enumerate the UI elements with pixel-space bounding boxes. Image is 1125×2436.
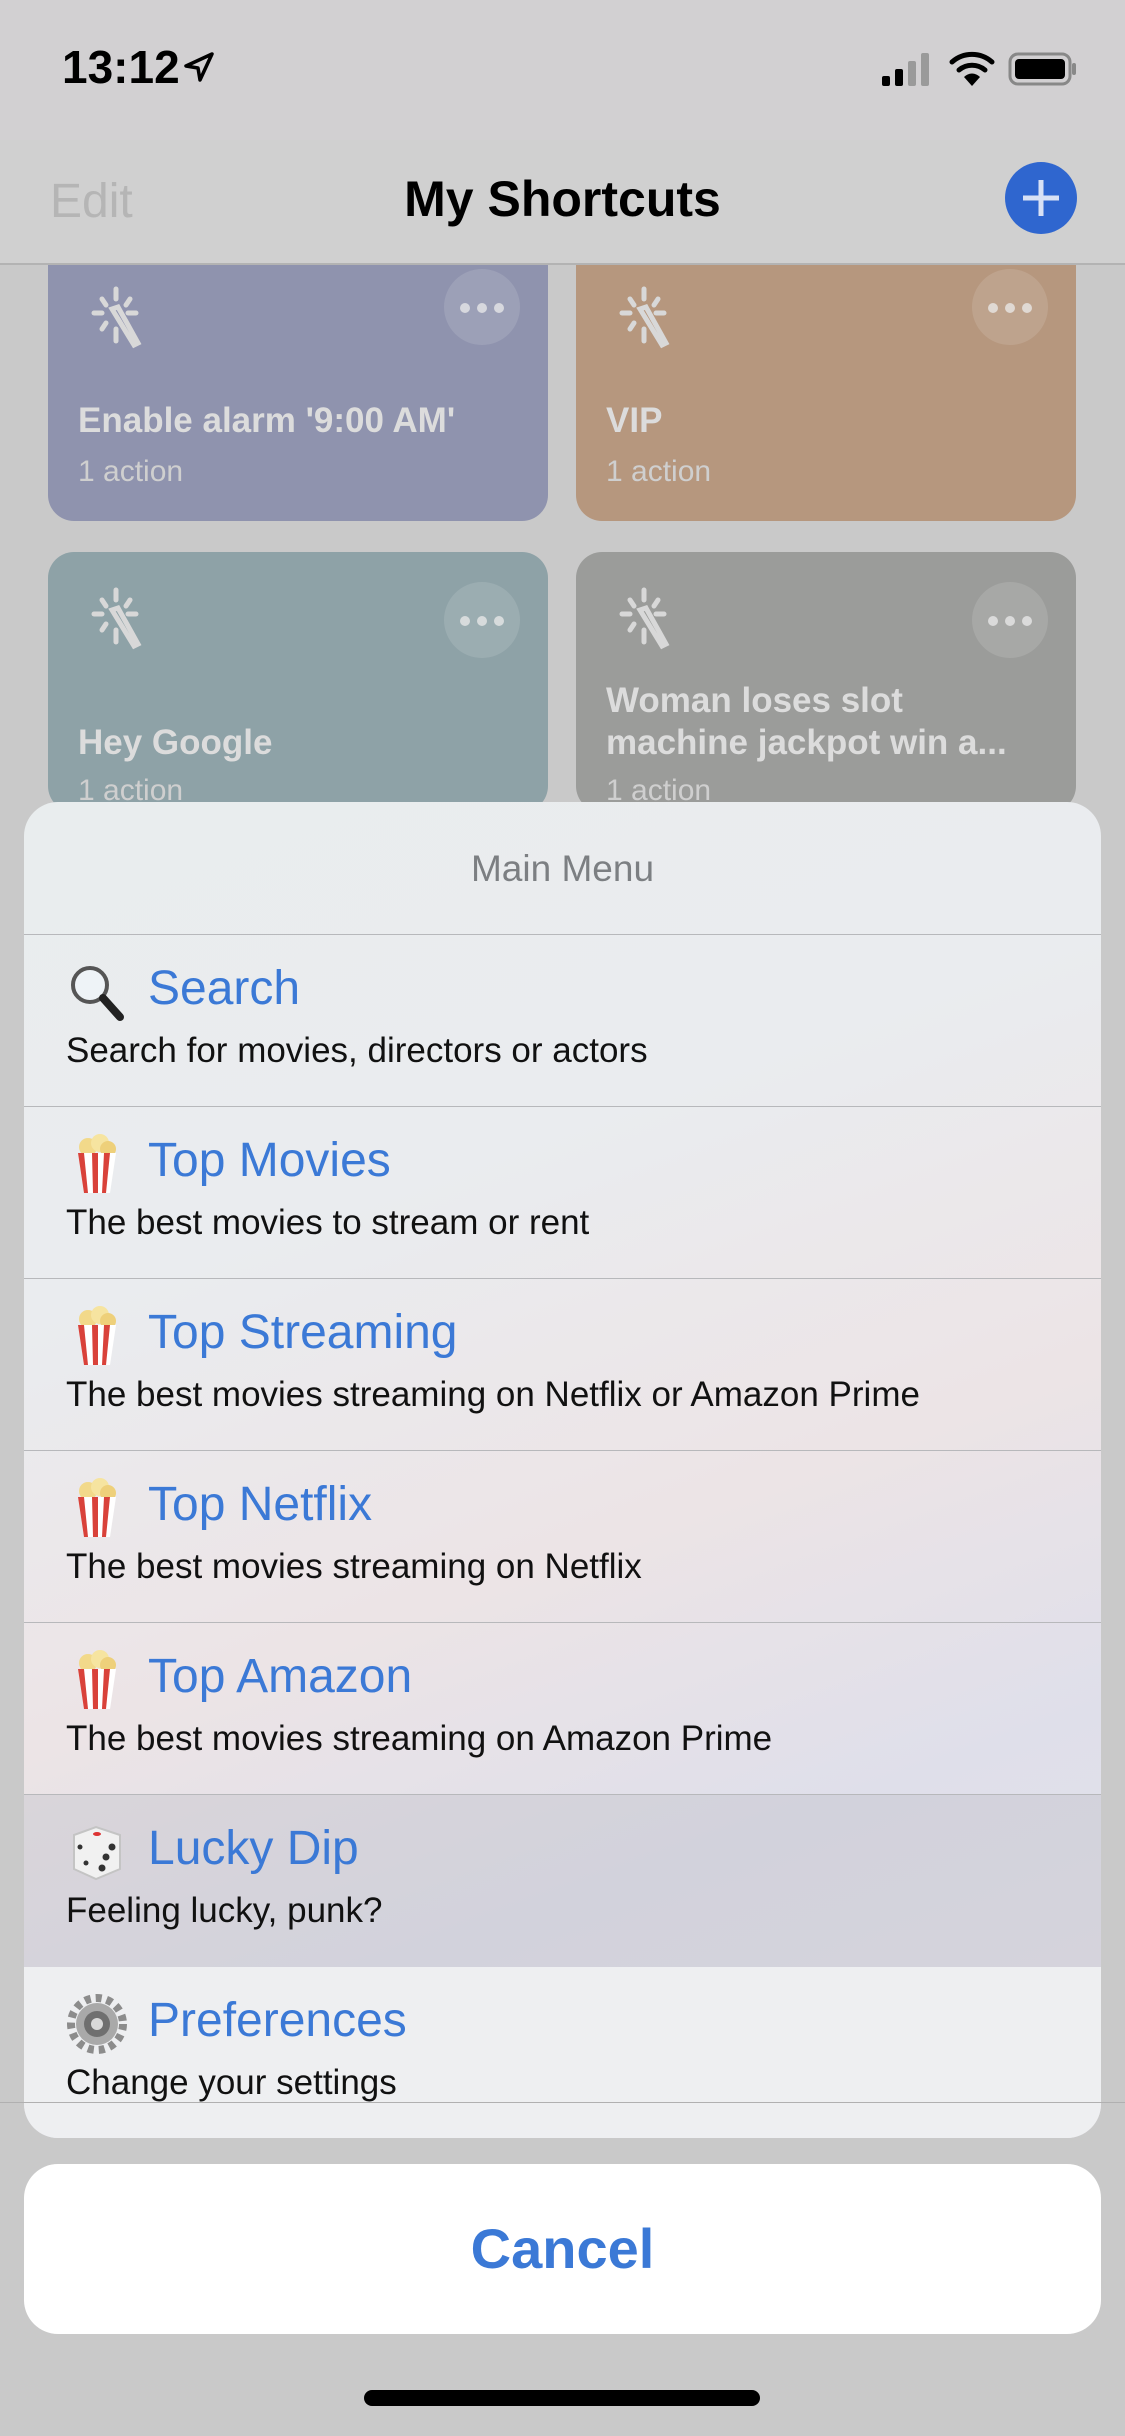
menu-item-lucky-dip[interactable]: Lucky Dip Feeling lucky, punk?: [24, 1795, 1101, 1967]
menu-item-label: Top Amazon: [148, 1650, 413, 1703]
menu-item-subtitle: The best movies streaming on Amazon Prim…: [66, 1719, 773, 1758]
menu-item-label: Lucky Dip: [148, 1822, 359, 1875]
menu-item-subtitle: Change your settings: [66, 2063, 397, 2102]
shortcut-name: Enable alarm '9:00 AM': [78, 401, 456, 440]
shortcut-name: Woman loses slot machine jackpot win a..…: [606, 681, 1007, 762]
shortcut-card[interactable]: VIP 1 action: [576, 265, 1076, 521]
menu-item-top-movies[interactable]: Top Movies The best movies to stream or …: [24, 1107, 1101, 1279]
shortcut-action-count: 1 action: [606, 455, 712, 488]
gear-icon: [67, 1994, 127, 2054]
cellular-signal-icon: [882, 53, 929, 86]
menu-item-search[interactable]: Search Search for movies, directors or a…: [24, 935, 1101, 1107]
status-time: 13:12: [62, 41, 180, 93]
dice-icon: [73, 1825, 121, 1881]
menu-item-label: Search: [148, 962, 301, 1015]
navigation-bar: Edit My Shortcuts: [0, 140, 1125, 265]
shortcut-card[interactable]: Enable alarm '9:00 AM' 1 action: [48, 265, 548, 521]
location-arrow-icon: [184, 52, 214, 82]
more-options-button[interactable]: [972, 582, 1048, 658]
popcorn-icon: [78, 1134, 116, 1193]
menu-item-label: Top Netflix: [148, 1478, 373, 1531]
add-shortcut-button[interactable]: [1005, 162, 1077, 234]
menu-item-subtitle: Search for movies, directors or actors: [66, 1031, 648, 1070]
shortcut-card[interactable]: Woman loses slot machine jackpot win a..…: [576, 552, 1076, 812]
menu-item-subtitle: The best movies streaming on Netflix or …: [66, 1375, 920, 1414]
magic-wand-icon: [619, 286, 670, 349]
shortcut-card[interactable]: Hey Google 1 action: [48, 552, 548, 812]
menu-item-label: Top Movies: [148, 1134, 391, 1187]
shortcut-name: Hey Google: [78, 723, 273, 762]
page-title: My Shortcuts: [404, 171, 721, 227]
menu-item-label: Top Streaming: [148, 1306, 458, 1359]
magic-wand-icon: [91, 587, 142, 650]
popcorn-icon: [78, 1650, 116, 1709]
magic-wand-icon: [619, 587, 670, 650]
sheet-title: Main Menu: [24, 802, 1101, 935]
popcorn-icon: [78, 1478, 116, 1537]
menu-item-subtitle: The best movies streaming on Netflix: [66, 1547, 642, 1586]
more-options-button[interactable]: [444, 582, 520, 658]
wifi-icon: [949, 51, 995, 86]
menu-item-preferences[interactable]: Preferences Change your settings: [24, 1967, 1101, 2138]
cancel-button[interactable]: Cancel: [24, 2164, 1101, 2334]
action-sheet: Main Menu Search Search for movies, dire…: [24, 802, 1101, 2138]
battery-icon: [1008, 52, 1076, 86]
shortcut-name: VIP: [606, 401, 663, 440]
menu-item-top-amazon[interactable]: Top Amazon The best movies streaming on …: [24, 1623, 1101, 1795]
home-indicator[interactable]: [364, 2390, 760, 2406]
shortcut-action-count: 1 action: [78, 455, 184, 488]
divider: [0, 2102, 1125, 2103]
status-bar: 13:12: [0, 0, 1125, 140]
more-options-button[interactable]: [444, 269, 520, 345]
magnifying-glass-icon: [71, 966, 124, 1021]
menu-item-subtitle: The best movies to stream or rent: [66, 1203, 590, 1242]
magic-wand-icon: [91, 286, 142, 349]
menu-item-top-streaming[interactable]: Top Streaming The best movies streaming …: [24, 1279, 1101, 1451]
popcorn-icon: [78, 1306, 116, 1365]
menu-item-subtitle: Feeling lucky, punk?: [66, 1891, 383, 1930]
menu-item-label: Preferences: [148, 1994, 407, 2047]
menu-item-top-netflix[interactable]: Top Netflix The best movies streaming on…: [24, 1451, 1101, 1623]
more-options-button[interactable]: [972, 269, 1048, 345]
